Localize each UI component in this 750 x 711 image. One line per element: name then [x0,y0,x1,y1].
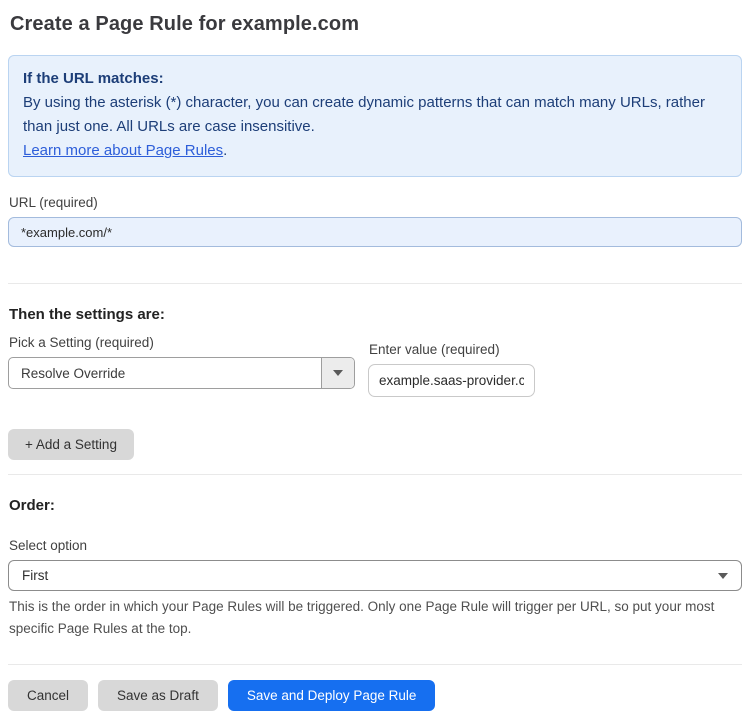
section-divider [8,283,742,284]
chevron-down-icon [333,370,343,376]
chevron-down-icon [718,572,728,579]
section-divider [8,474,742,475]
setting-picker-label: Pick a Setting (required) [9,335,154,350]
order-help-text: This is the order in which your Page Rul… [9,599,715,636]
cancel-button[interactable]: Cancel [8,680,89,711]
learn-more-link[interactable]: Learn more about Page Rules [23,142,223,159]
save-and-deploy-button[interactable]: Save and Deploy Page Rule [227,680,436,711]
url-input[interactable] [8,217,742,247]
footer-actions: Cancel Save as Draft Save and Deploy Pag… [8,680,742,711]
order-section-heading: Order: [9,497,55,514]
setting-dropdown-arrow-button[interactable] [321,358,354,388]
setting-dropdown-value: Resolve Override [21,365,126,381]
footer-divider [8,664,742,665]
setting-value-label: Enter value (required) [369,342,500,357]
order-select-value: First [22,568,49,583]
order-select[interactable]: First [8,560,742,591]
add-setting-button[interactable]: + Add a Setting [8,429,134,460]
info-box-body: By using the asterisk (*) character, you… [23,94,705,135]
link-period: . [223,142,228,159]
order-select-label: Select option [9,538,88,553]
setting-value-input[interactable] [368,364,535,397]
url-field-label: URL (required) [9,195,98,210]
save-as-draft-button[interactable]: Save as Draft [98,680,218,711]
setting-value-column: Enter value (required) [368,342,535,397]
create-page-rule-form: Create a Page Rule for example.com If th… [0,13,750,711]
info-box-heading: If the URL matches: [23,70,164,87]
info-box-link-line: Learn more about Page Rules. [23,139,727,163]
url-match-info-box: If the URL matches: By using the asteris… [8,55,742,177]
setting-picker-column: Pick a Setting (required) Resolve Overri… [8,335,355,389]
setting-dropdown[interactable]: Resolve Override [8,357,355,389]
settings-section-heading: Then the settings are: [9,306,165,323]
page-title: Create a Page Rule for example.com [10,13,360,35]
settings-row: Pick a Setting (required) Resolve Overri… [8,335,742,397]
